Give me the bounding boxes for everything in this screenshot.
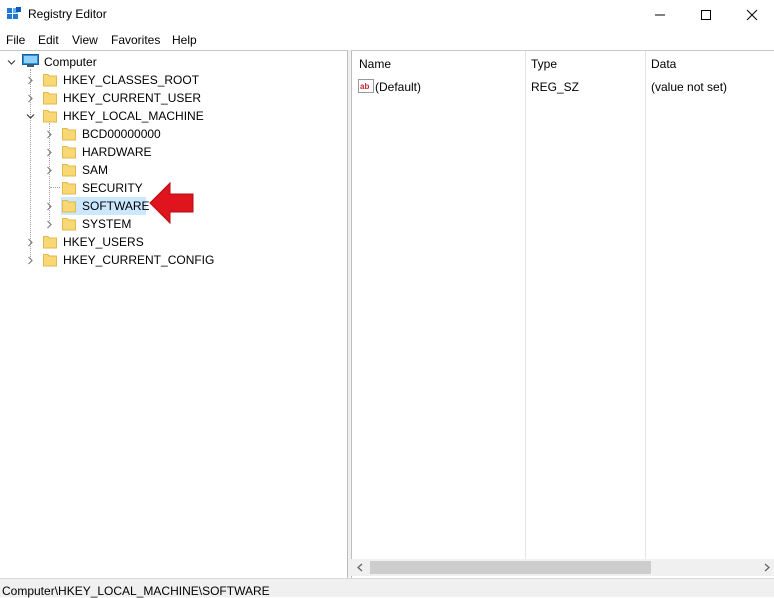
tree-item-hkey-users[interactable]: HKEY_USERS xyxy=(0,233,250,251)
folder-icon xyxy=(43,236,57,249)
tree-label: BCD00000000 xyxy=(82,127,161,141)
tree-item-software[interactable]: SOFTWARE xyxy=(0,197,250,215)
folder-icon xyxy=(43,74,57,87)
tree-item-sam[interactable]: SAM xyxy=(0,161,250,179)
folder-icon xyxy=(62,182,76,195)
minimize-icon xyxy=(655,14,665,16)
computer-icon xyxy=(22,54,39,67)
chevron-right-icon[interactable] xyxy=(26,76,35,85)
column-divider xyxy=(525,51,526,559)
chevron-right-icon[interactable] xyxy=(26,94,35,103)
menu-bar: File Edit View Favorites Help xyxy=(0,30,774,50)
tree-label: HKEY_USERS xyxy=(63,235,144,249)
tree-item-hardware[interactable]: HARDWARE xyxy=(0,143,250,161)
tree-item-security[interactable]: SECURITY xyxy=(0,179,250,197)
folder-icon xyxy=(43,254,57,267)
chevron-right-icon[interactable] xyxy=(45,202,54,211)
scroll-right-icon[interactable] xyxy=(763,563,771,572)
tree-label: SYSTEM xyxy=(82,217,132,231)
maximize-button[interactable] xyxy=(683,0,729,30)
chevron-right-icon[interactable] xyxy=(26,238,35,247)
value-type: REG_SZ xyxy=(531,80,580,94)
tree-item-hkey-current-config[interactable]: HKEY_CURRENT_CONFIG xyxy=(0,251,250,269)
chevron-down-icon[interactable] xyxy=(26,112,35,121)
chevron-right-icon[interactable] xyxy=(45,220,54,229)
status-bar: Computer\HKEY_LOCAL_MACHINE\SOFTWARE xyxy=(0,578,774,598)
maximize-icon xyxy=(701,10,711,20)
svg-text:ab: ab xyxy=(360,82,369,91)
string-value-icon: ab xyxy=(358,79,374,93)
value-data: (value not set) xyxy=(651,80,728,94)
scrollbar-thumb[interactable] xyxy=(370,561,651,574)
folder-icon xyxy=(62,146,76,159)
tree-label: SECURITY xyxy=(82,181,143,195)
folder-icon xyxy=(62,200,76,213)
folder-icon xyxy=(62,128,76,141)
tree-label: HKEY_CURRENT_CONFIG xyxy=(63,253,215,267)
menu-view[interactable]: View xyxy=(72,33,98,47)
folder-icon xyxy=(43,92,57,105)
title-bar: Registry Editor xyxy=(0,0,774,30)
tree-item-hkey-local-machine[interactable]: HKEY_LOCAL_MACHINE xyxy=(0,107,250,125)
horizontal-scrollbar[interactable] xyxy=(351,559,774,576)
chevron-right-icon[interactable] xyxy=(45,130,54,139)
chevron-right-icon[interactable] xyxy=(45,148,54,157)
column-header-type[interactable]: Type xyxy=(531,57,557,71)
key-tree-pane[interactable]: Computer HKEY_CLASSES_ROOT HKEY_CURRENT_… xyxy=(0,50,348,578)
tree-item-hkey-current-user[interactable]: HKEY_CURRENT_USER xyxy=(0,89,250,107)
menu-edit[interactable]: Edit xyxy=(38,33,59,47)
scroll-left-icon[interactable] xyxy=(356,563,364,572)
tree-label: HKEY_CLASSES_ROOT xyxy=(63,73,200,87)
tree-label: Computer xyxy=(44,55,97,69)
tree-label: HARDWARE xyxy=(82,145,152,159)
chevron-right-icon[interactable] xyxy=(45,166,54,175)
tree-item-bcd00000000[interactable]: BCD00000000 xyxy=(0,125,250,143)
folder-icon xyxy=(62,164,76,177)
values-list-pane[interactable]: Name Type Data ab (Default) REG_SZ (valu… xyxy=(351,50,774,578)
tree-label: HKEY_LOCAL_MACHINE xyxy=(63,109,204,123)
column-divider xyxy=(645,51,646,559)
folder-icon xyxy=(62,218,76,231)
chevron-down-icon[interactable] xyxy=(7,58,16,67)
window-title: Registry Editor xyxy=(28,7,107,21)
chevron-right-icon[interactable] xyxy=(26,256,35,265)
tree-label: SAM xyxy=(82,163,109,177)
tree-item-hkey-classes-root[interactable]: HKEY_CLASSES_ROOT xyxy=(0,71,250,89)
minimize-button[interactable] xyxy=(637,0,683,30)
tree-item-computer[interactable]: Computer xyxy=(0,53,200,71)
folder-open-icon xyxy=(43,110,57,123)
menu-file[interactable]: File xyxy=(6,33,25,47)
column-header-data[interactable]: Data xyxy=(651,57,676,71)
close-icon xyxy=(746,9,758,21)
menu-favorites[interactable]: Favorites xyxy=(111,33,160,47)
tree-item-system[interactable]: SYSTEM xyxy=(0,215,250,233)
close-button[interactable] xyxy=(729,0,774,30)
column-header-name[interactable]: Name xyxy=(359,57,391,71)
annotation-arrow-icon xyxy=(149,181,194,225)
registry-editor-app-icon xyxy=(7,7,21,19)
tree-label: SOFTWARE xyxy=(82,199,150,213)
menu-help[interactable]: Help xyxy=(172,33,197,47)
value-name: (Default) xyxy=(375,80,422,94)
tree-label: HKEY_CURRENT_USER xyxy=(63,91,202,105)
